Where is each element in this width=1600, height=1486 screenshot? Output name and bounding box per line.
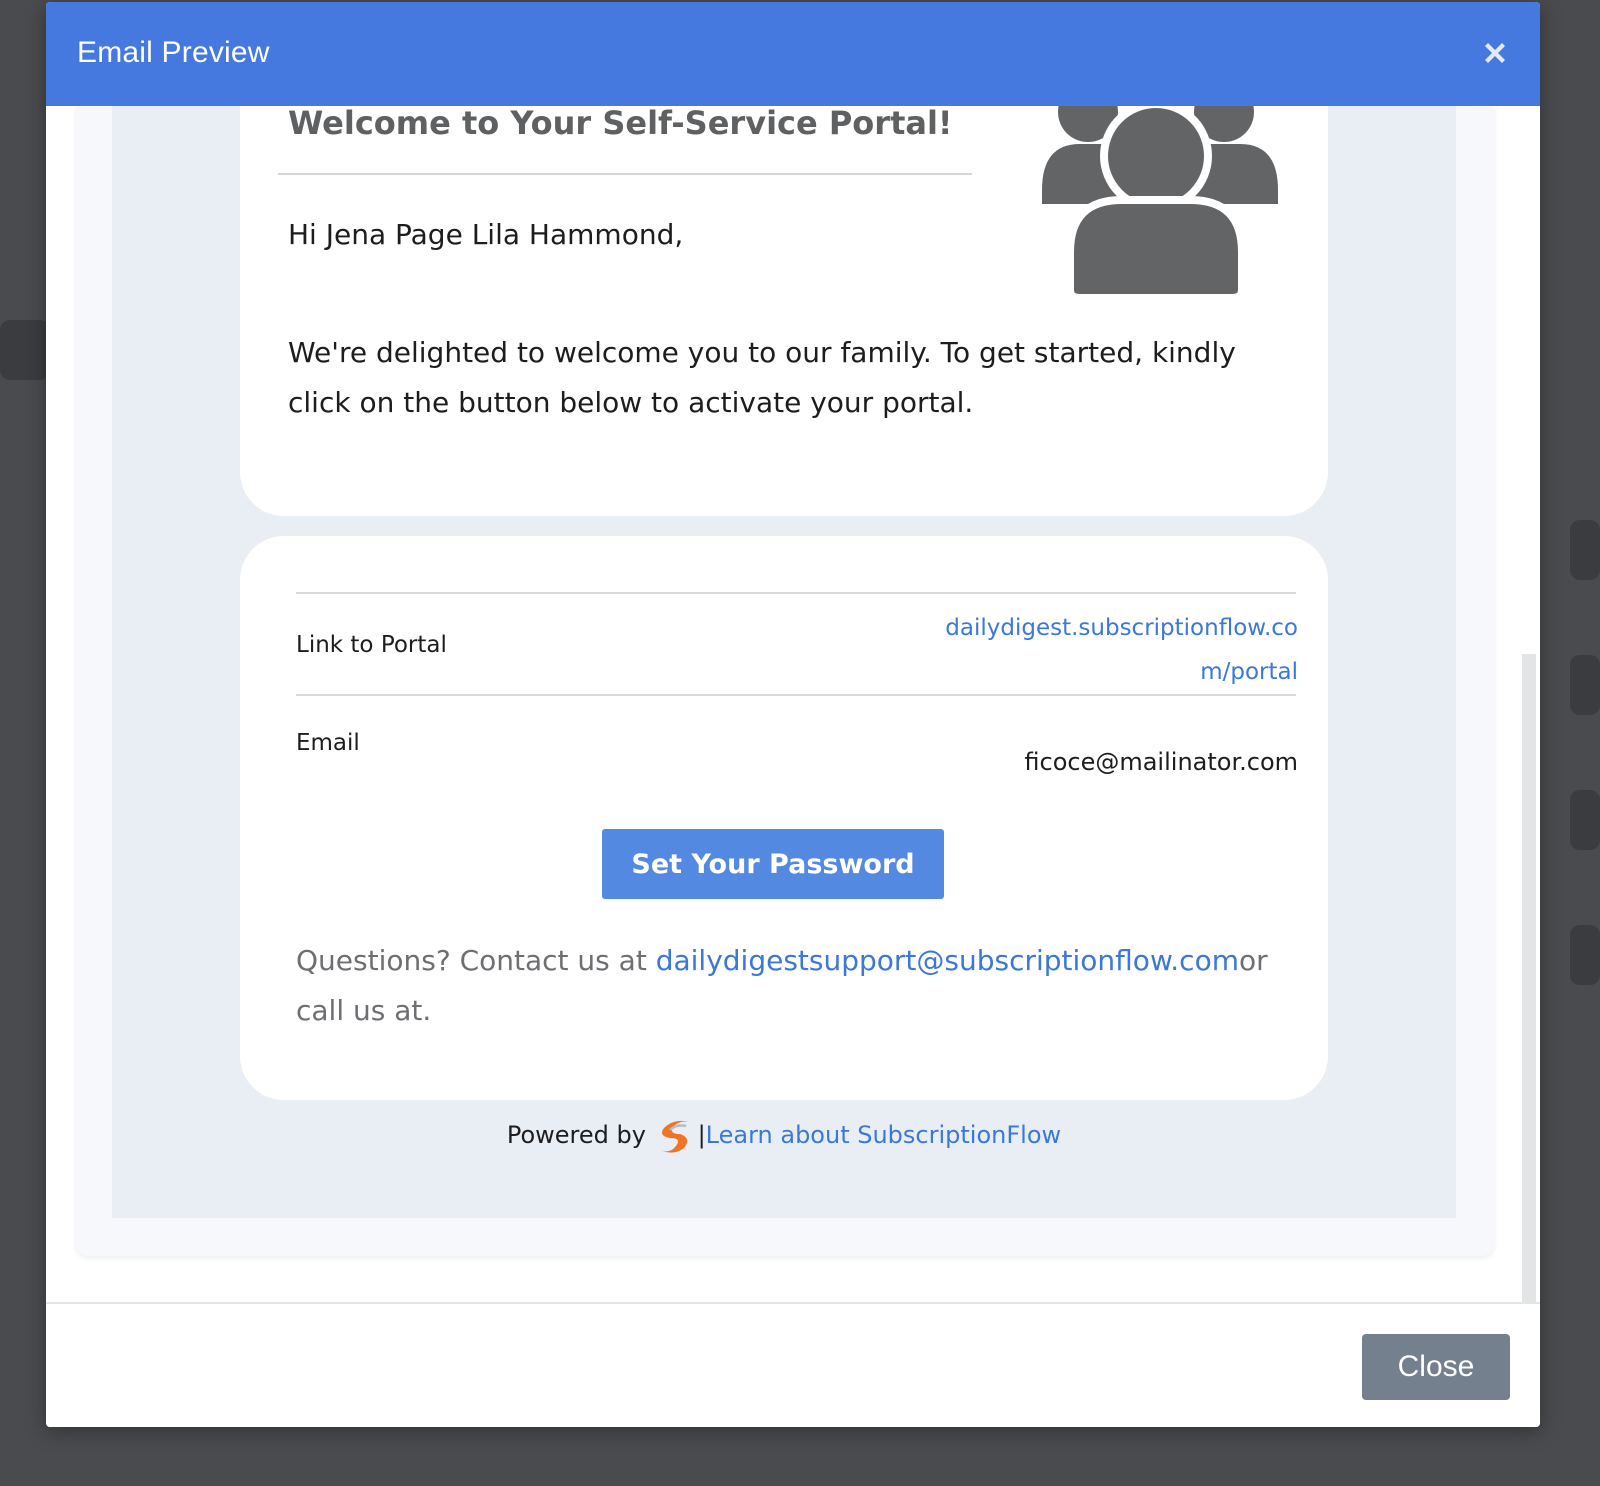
close-x-icon[interactable] [1480, 38, 1510, 68]
divider [296, 694, 1296, 696]
support-email-link[interactable]: dailydigestsupport@subscriptionflow.com [656, 944, 1239, 977]
welcome-card: Welcome to Your Self-Service Portal! Hi … [240, 106, 1328, 516]
modal-body[interactable]: Welcome to Your Self-Service Portal! Hi … [46, 106, 1540, 1302]
background-page-block [1570, 520, 1600, 580]
divider [296, 592, 1296, 594]
email-content-area: Welcome to Your Self-Service Portal! Hi … [112, 106, 1456, 1218]
portal-link[interactable]: dailydigest.subscriptionflow.com/portal [938, 606, 1298, 694]
email-preview-modal: Email Preview Welcome to Your Self-Servi… [46, 2, 1540, 1427]
contact-text: Questions? Contact us at dailydigestsupp… [296, 936, 1296, 1036]
email-label: Email [296, 730, 360, 756]
scrollbar[interactable] [1522, 654, 1536, 1302]
close-button[interactable]: Close [1362, 1334, 1510, 1400]
powered-separator: | [697, 1121, 706, 1149]
powered-by-footer: Powered by |Learn about SubscriptionFlow [112, 1116, 1456, 1156]
background-page-block [1570, 925, 1600, 985]
divider [278, 173, 972, 175]
email-preview-frame: Welcome to Your Self-Service Portal! Hi … [76, 106, 1494, 1256]
learn-about-link[interactable]: Learn about SubscriptionFlow [706, 1121, 1062, 1149]
email-value: ficoce@mailinator.com [1024, 748, 1298, 776]
set-password-button[interactable]: Set Your Password [602, 829, 944, 899]
portal-link-label: Link to Portal [296, 632, 447, 658]
welcome-title: Welcome to Your Self-Service Portal! [288, 106, 953, 142]
subscriptionflow-logo-icon [656, 1116, 696, 1156]
background-page-block [1570, 790, 1600, 850]
modal-header: Email Preview [46, 2, 1540, 106]
modal-title: Email Preview [77, 36, 270, 69]
contact-prefix: Questions? Contact us at [296, 944, 656, 977]
background-page-block [0, 320, 50, 380]
users-group-icon [1040, 106, 1280, 302]
background-page-block [1570, 655, 1600, 715]
modal-footer: Close [46, 1302, 1540, 1427]
powered-by-text: Powered by [506, 1121, 654, 1149]
intro-text: We're delighted to welcome you to our fa… [288, 336, 1236, 419]
portal-details-card: Link to Portal dailydigest.subscriptionf… [240, 536, 1328, 1100]
greeting-text: Hi Jena Page Lila Hammond, [288, 218, 684, 251]
